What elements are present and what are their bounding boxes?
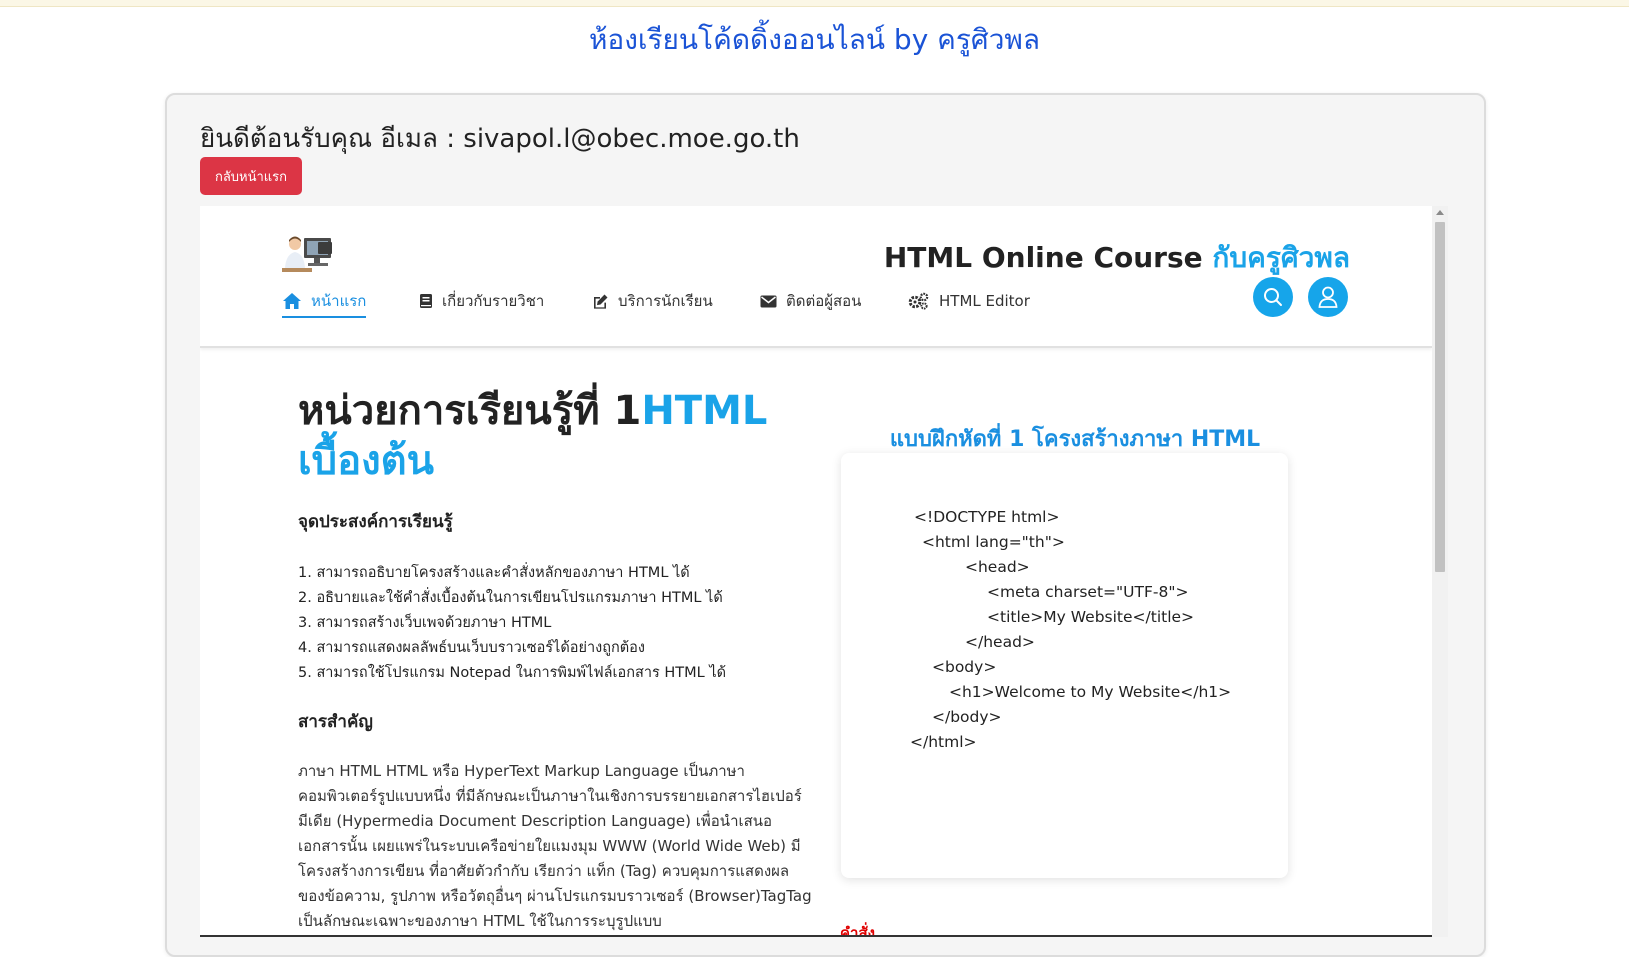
search-icon: [1264, 288, 1282, 306]
objective-item: 5. สามารถใช้โปรแกรม Notepad ในการพิมพ์ไฟ…: [298, 665, 727, 681]
objective-item: 4. สามารถแสดงผลลัพธ์บนเว็บบราวเซอร์ได้อย…: [298, 640, 645, 656]
code-line: <!DOCTYPE html>: [914, 508, 1060, 526]
key-concept-heading: สารสำคัญ: [298, 712, 373, 732]
frame-scrollbar[interactable]: [1432, 206, 1448, 937]
nav-item-contact-label: ติดต่อผู้สอน: [786, 292, 862, 310]
book-icon: [420, 294, 432, 308]
nav-item-about-label: เกี่ยวกับรายวิชา: [442, 292, 545, 310]
nav-item-home-label: หน้าแรก: [311, 292, 367, 310]
site-title: ห้องเรียนโค้ดดิ้งออนไลน์ by ครูศิวพล: [588, 23, 1041, 56]
nav-item-home[interactable]: หน้าแรก: [282, 286, 367, 318]
unit-title: หน่วยการเรียนรู้ที่ 1HTML เบื้องต้น: [298, 386, 818, 486]
code-line: <h1>Welcome to My Website</h1>: [949, 683, 1232, 701]
edit-icon: [594, 294, 608, 309]
objectives-heading: จุดประสงค์การเรียนรู้: [298, 512, 453, 532]
code-line: <title>My Website</title>: [987, 608, 1195, 626]
teacher-computer-logo[interactable]: [282, 232, 334, 274]
nav-item-about[interactable]: เกี่ยวกับรายวิชา: [419, 286, 544, 316]
scroll-thumb[interactable]: [1435, 222, 1445, 572]
objective-item: 1. สามารถอธิบายโครงสร้างและคำสั่งหลักของ…: [298, 565, 690, 581]
objectives-list: 1. สามารถอธิบายโครงสร้างและคำสั่งหลักของ…: [298, 561, 818, 686]
code-example-card: <!DOCTYPE html> <html lang="th"> <head> …: [841, 453, 1288, 878]
course-navbar: HTML Online Course กับครูศิวพล หน้าแรก เ…: [200, 206, 1432, 348]
objective-item: 3. สามารถสร้างเว็บเพจด้วยภาษา HTML: [298, 615, 552, 631]
top-strip: [0, 0, 1629, 7]
user-button[interactable]: [1308, 277, 1348, 317]
nav-item-contact[interactable]: ติดต่อผู้สอน: [760, 286, 861, 316]
unit-title-main: หน่วยการเรียนรู้ที่ 1: [298, 388, 642, 434]
code-line: <meta charset="UTF-8">: [987, 583, 1189, 601]
course-frame[interactable]: HTML Online Course กับครูศิวพล หน้าแรก เ…: [200, 206, 1448, 937]
nav-item-services-label: บริการนักเรียน: [618, 292, 713, 310]
code-line: </body>: [932, 708, 1002, 726]
gears-icon: [908, 292, 929, 310]
welcome-text: ยินดีต้อนรับคุณ อีเมล : sivapol.l@obec.m…: [200, 124, 800, 154]
envelope-icon: [760, 295, 777, 307]
search-button[interactable]: [1253, 277, 1293, 317]
code-line: <head>: [965, 558, 1030, 576]
code-line: </head>: [965, 633, 1035, 651]
user-icon: [1318, 286, 1338, 308]
nav-item-html-editor[interactable]: HTML Editor: [908, 286, 1030, 316]
key-concept-text: ภาษา HTML HTML หรือ HyperText Markup Lan…: [298, 762, 812, 930]
back-home-button[interactable]: กลับหน้าแรก: [200, 157, 302, 195]
nav-item-html-editor-label: HTML Editor: [939, 292, 1030, 310]
code-line: </html>: [910, 733, 977, 751]
objective-item: 2. อธิบายและใช้คำสั่งเบื้องต้นในการเขียน…: [298, 590, 723, 606]
course-title: HTML Online Course กับครูศิวพล: [884, 236, 1350, 280]
code-line: <body>: [932, 658, 997, 676]
lesson-content: หน่วยการเรียนรู้ที่ 1HTML เบื้องต้น จุดป…: [298, 386, 818, 934]
home-icon: [283, 293, 301, 309]
scroll-up-arrow-icon[interactable]: [1436, 210, 1444, 215]
course-title-main: HTML Online Course: [883, 241, 1213, 274]
code-line: <html lang="th">: [922, 533, 1065, 551]
exercise-title: แบบฝึกหัดที่ 1 โครงสร้างภาษา HTML: [889, 427, 1261, 452]
course-title-accent: กับครูศิวพล: [1212, 241, 1350, 274]
nav-item-services[interactable]: บริการนักเรียน: [592, 286, 713, 316]
